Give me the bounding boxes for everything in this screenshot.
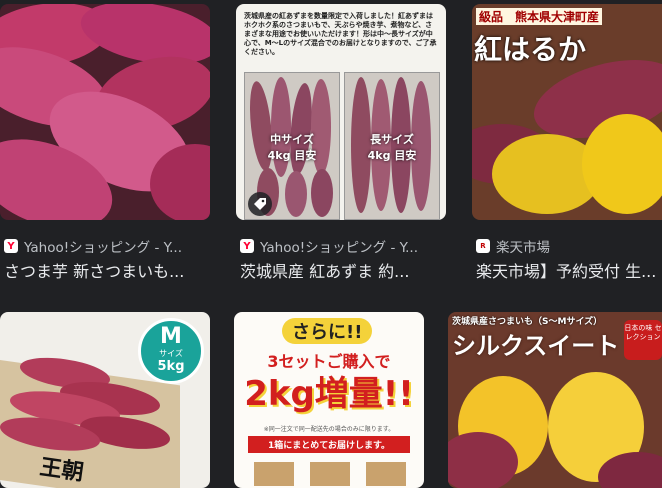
product-tag-icon[interactable] — [248, 192, 272, 216]
badge-circle: M サイズ 5kg — [138, 318, 204, 384]
source-label: Yahoo!ショッピング - Y... — [260, 240, 418, 256]
left-weight-label: 4kg 目安 — [267, 149, 317, 162]
source-label: 楽天市場 — [496, 240, 550, 256]
result-title-2[interactable]: 茨城県産 紅あずま 約... — [240, 258, 446, 282]
image-big-title: 紅はるか — [474, 33, 587, 66]
promo-line-1: さらに!! — [282, 318, 373, 344]
image-banner: 級品 熊本県大津町産 — [476, 8, 603, 25]
result-image-4[interactable]: M サイズ 5kg 王朝 — [0, 312, 210, 488]
result-image-6[interactable]: 茨城県産さつまいも（S～Mサイズ） シルクスイート 日本の味 セレクション — [448, 312, 662, 488]
promo-ribbon: 1箱にまとめてお届けします。 — [248, 436, 410, 453]
result-image-1[interactable] — [0, 4, 210, 220]
result-image-5[interactable]: さらに!! 3セットご購入で 2kg増量!! ※同一注文で同一配送先の場合のみに… — [234, 312, 424, 488]
image-big-title: シルクスイート — [452, 332, 620, 360]
badge-m: M — [160, 324, 182, 349]
yahoo-favicon-icon: Y — [4, 239, 18, 253]
image-notice-text: 茨城県産の紅あずまを数量限定で入荷しました！紅あずまはホクホク系のさつまいもで、… — [244, 12, 437, 56]
result-source-1[interactable]: Y Yahoo!ショッピング - Y... — [4, 236, 210, 256]
result-source-2[interactable]: Y Yahoo!ショッピング - Y... — [240, 236, 446, 256]
box-illustration — [310, 462, 350, 486]
box-text: 王朝 — [38, 454, 86, 486]
right-size-label: 長サイズ — [370, 133, 414, 146]
box-illustration — [254, 462, 294, 486]
badge-size: サイズ — [159, 349, 183, 358]
yahoo-favicon-icon: Y — [240, 239, 254, 253]
source-label: Yahoo!ショッピング - Y... — [24, 240, 182, 256]
promo-line-2: 3セットご購入で — [267, 352, 391, 371]
result-image-2[interactable]: 茨城県産の紅あずまを数量限定で入荷しました！紅あずまはホクホク系のさつまいもで、… — [236, 4, 446, 220]
box-illustration — [366, 462, 406, 486]
result-image-3[interactable]: 級品 熊本県大津町産 紅はるか — [472, 4, 662, 220]
left-size-label: 中サイズ — [270, 133, 314, 146]
result-title-3[interactable]: 楽天市場】予約受付 生... — [476, 258, 662, 282]
promo-small: ※同一注文で同一配送先の場合のみに限ります。 — [263, 426, 395, 433]
badge-kg: 5kg — [157, 359, 185, 374]
promo-line-3: 2kg増量!! — [244, 374, 414, 414]
quality-badge: 日本の味 セレクション — [624, 320, 662, 360]
result-source-3[interactable]: R 楽天市場 — [476, 236, 662, 256]
right-weight-label: 4kg 目安 — [367, 149, 417, 162]
right-bin: 長サイズ 4kg 目安 — [344, 72, 440, 220]
result-title-1[interactable]: さつま芋 新さつまいも... — [4, 258, 210, 282]
rakuten-favicon-icon: R — [476, 239, 490, 253]
